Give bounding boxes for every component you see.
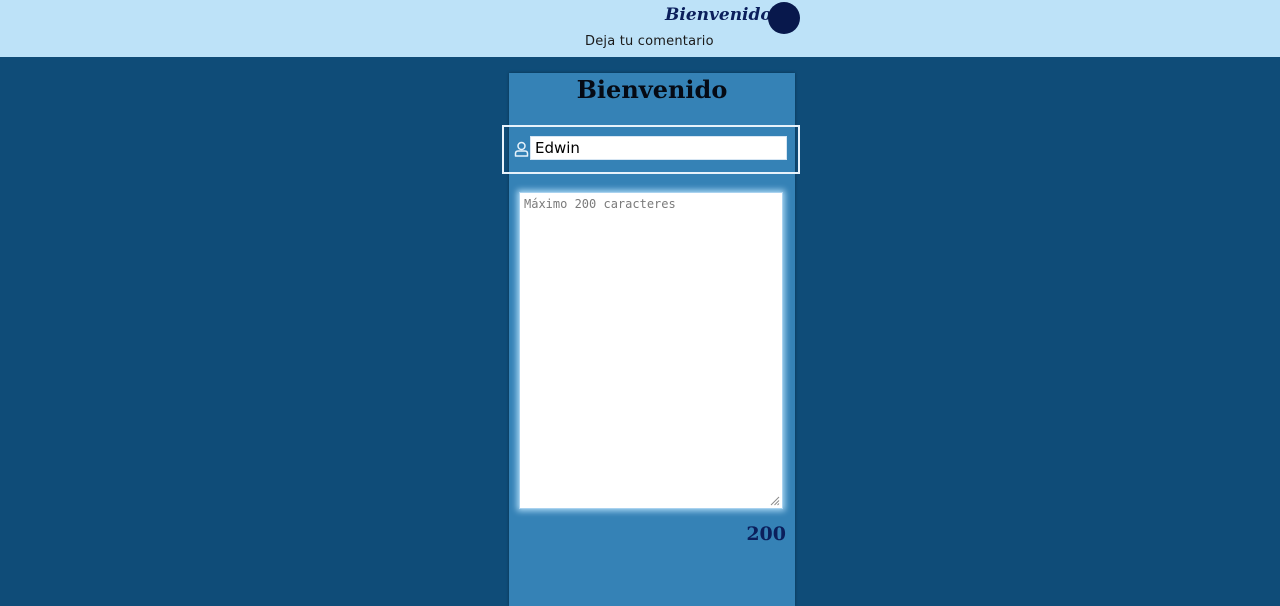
brand-title: Bienvenido (665, 5, 772, 25)
card-title: Bienvenido (576, 75, 728, 104)
avatar[interactable] (768, 2, 800, 34)
header-bar: Bienvenido Deja tu comentario (0, 0, 1280, 57)
user-icon (514, 141, 529, 157)
header-subtitle: Deja tu comentario (585, 34, 714, 49)
character-counter: 200 (746, 523, 786, 545)
name-input[interactable] (530, 136, 787, 160)
comment-textarea[interactable] (519, 192, 783, 509)
